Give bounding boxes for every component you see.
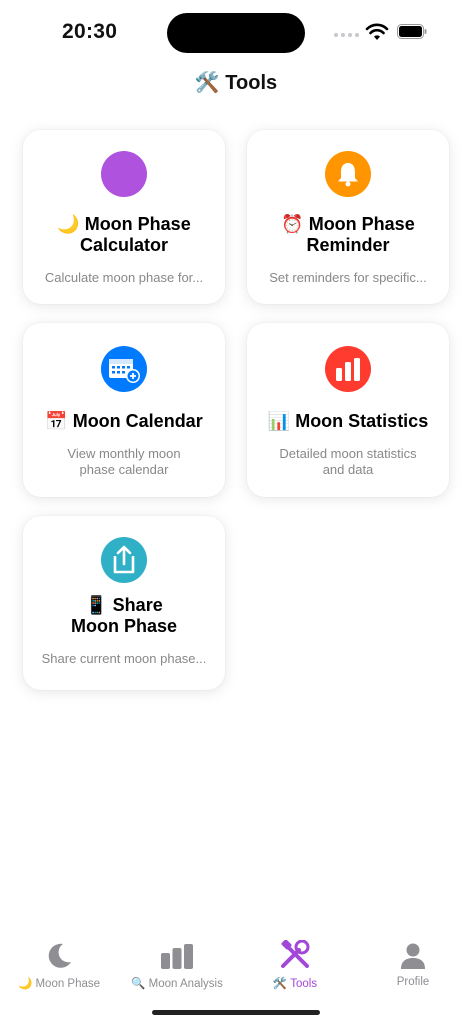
purple-circle-icon [101, 151, 147, 197]
tab-label: Profile [396, 976, 430, 988]
cellular-signal-icon [334, 33, 359, 37]
status-bar: 20:30 [0, 0, 472, 60]
tab-bar: 🌙 Moon Phase 🔍 Moon Analysis 🛠️ Tools Pr… [0, 930, 472, 1000]
tab-label: 🔍 Moon Analysis [131, 978, 223, 990]
tab-label: 🌙 Moon Phase [17, 978, 101, 990]
tab-moon-phase[interactable]: 🌙 Moon Phase [0, 930, 118, 990]
bar-chart-icon [325, 346, 371, 392]
tools-icon [281, 940, 310, 968]
card-description: View monthly moon phase calendar [67, 446, 181, 477]
card-title: 📅 Moon Calendar [45, 411, 203, 431]
chart-icon [161, 944, 193, 969]
home-indicator [152, 1010, 320, 1015]
moon-icon [48, 943, 71, 968]
moon-calendar-card[interactable]: 📅 Moon Calendar View monthly moon phase … [23, 323, 225, 497]
calendar-add-icon [101, 346, 147, 392]
card-title: 📊 Moon Statistics [267, 411, 429, 431]
status-time: 20:30 [62, 20, 118, 43]
moon-statistics-card[interactable]: 📊 Moon Statistics Detailed moon statisti… [247, 323, 449, 497]
wifi-icon [365, 23, 389, 40]
card-description: Detailed moon statistics and data [279, 446, 417, 477]
card-description: Calculate moon phase for... [44, 270, 204, 285]
battery-icon [397, 24, 427, 39]
share-icon [101, 537, 147, 583]
tab-profile[interactable]: Profile [354, 930, 472, 988]
tab-moon-analysis[interactable]: 🔍 Moon Analysis [118, 930, 236, 990]
moon-phase-calculator-card[interactable]: 🌙 Moon Phase Calculator Calculate moon p… [23, 130, 225, 304]
page-title: 🛠️ Tools [194, 72, 278, 94]
tab-tools[interactable]: 🛠️ Tools [236, 930, 354, 990]
moon-phase-reminder-card[interactable]: ⏰ Moon Phase Reminder Set reminders for … [247, 130, 449, 304]
tab-label: 🛠️ Tools [272, 978, 318, 990]
dynamic-island [167, 13, 305, 53]
share-moon-phase-card[interactable]: 📱 Share Moon Phase Share current moon ph… [23, 516, 225, 690]
card-title: 📱 Share Moon Phase [70, 595, 177, 636]
card-description: Share current moon phase... [41, 651, 207, 666]
card-title: 🌙 Moon Phase Calculator [57, 214, 191, 255]
card-title: ⏰ Moon Phase Reminder [281, 214, 415, 255]
person-icon [401, 943, 425, 969]
bell-icon [325, 151, 371, 197]
card-description: Set reminders for specific... [269, 270, 427, 285]
